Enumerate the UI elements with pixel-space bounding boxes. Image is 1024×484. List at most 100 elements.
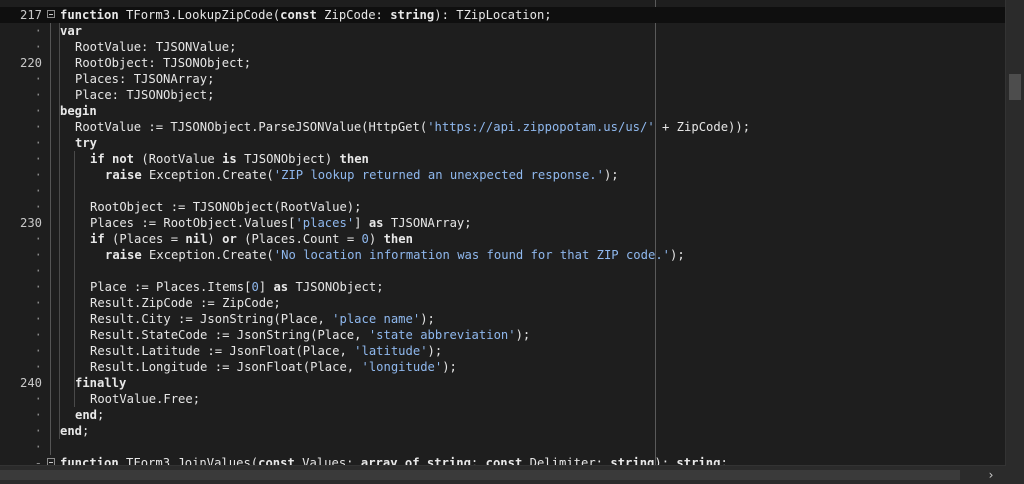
code-text: raise Exception.Create('ZIP lookup retur… (105, 167, 619, 183)
fold-region-line (50, 359, 51, 375)
code-area[interactable]: 217 function TForm3.LookupZipCode(const Z… (0, 0, 1006, 466)
line-number: · (34, 168, 42, 182)
identifier-token: Places: TJSONArray; (75, 72, 215, 86)
string-token: 'longitude' (361, 360, 443, 374)
code-text: end; (60, 423, 89, 439)
keyword-token: if not (90, 152, 135, 166)
code-line[interactable]: · Result.City := JsonString(Place, 'place… (0, 311, 1006, 327)
keyword-token: raise (105, 168, 142, 182)
code-line[interactable]: · Place := Places.Items[0] as TJSONObject… (0, 279, 1006, 295)
fold-region-line (50, 151, 51, 167)
vertical-scrollbar-thumb[interactable] (1009, 74, 1021, 100)
identifier-token: (Places.Count = (236, 232, 362, 246)
code-line[interactable]: · end; (0, 407, 1006, 423)
string-token: 'state abbreviation' (368, 328, 516, 342)
fold-region-line (50, 183, 51, 199)
code-line[interactable]: · Places: TJSONArray; (0, 71, 1006, 87)
identifier-token: Result.Latitude := JsonFloat(Place, (90, 344, 355, 358)
horizontal-scrollbar-thumb[interactable] (0, 470, 960, 480)
indent-guide (74, 151, 75, 407)
keyword-token: const (280, 8, 317, 22)
identifier-token: RootValue := TJSONObject.ParseJSONValue(… (75, 120, 428, 134)
keyword-token: finally (75, 376, 127, 390)
code-text: var (60, 23, 82, 39)
code-line[interactable]: · RootValue := TJSONObject.ParseJSONValue… (0, 119, 1006, 135)
code-line[interactable]: 217 function TForm3.LookupZipCode(const Z… (0, 7, 1006, 23)
fold-region-line (50, 23, 51, 39)
string-token: 'https://api.zippopotam.us/us/' (427, 120, 655, 134)
fold-region-line (50, 311, 51, 327)
keyword-token: or (222, 232, 237, 246)
code-text: RootValue.Free; (90, 391, 200, 407)
identifier-token: TJSONObject) (236, 152, 340, 166)
code-line[interactable]: · if not (RootValue is TJSONObject) then (0, 151, 1006, 167)
fold-region-line (50, 375, 51, 391)
code-text: Result.Latitude := JsonFloat(Place, 'lat… (90, 343, 442, 359)
line-number: · (34, 72, 42, 86)
keyword-token: then (339, 152, 369, 166)
line-number: · (34, 200, 42, 214)
code-line[interactable]: · var (0, 23, 1006, 39)
code-editor[interactable]: 217 function TForm3.LookupZipCode(const Z… (0, 0, 1024, 484)
line-number: · (34, 280, 42, 294)
line-number: 220 (19, 56, 42, 70)
identifier-token: Place: TJSONObject; (75, 88, 215, 102)
code-line[interactable]: · if (Places = nil) or (Places.Count = 0)… (0, 231, 1006, 247)
fold-region-line (50, 423, 51, 439)
code-line[interactable]: · (0, 183, 1006, 199)
code-line[interactable]: · Result.Longitude := JsonFloat(Place, 'l… (0, 359, 1006, 375)
code-text: try (75, 135, 97, 151)
keyword-token: is (222, 152, 237, 166)
identifier-token: Result.City := JsonString(Place, (90, 312, 333, 326)
identifier-token: TJSONObject; (288, 280, 384, 294)
code-line[interactable]: · Result.Latitude := JsonFloat(Place, 'la… (0, 343, 1006, 359)
code-line[interactable]: 230 Places := RootObject.Values['places']… (0, 215, 1006, 231)
code-line[interactable]: · Result.ZipCode := ZipCode; (0, 295, 1006, 311)
identifier-token: ) (207, 232, 223, 246)
identifier-token: Exception.Create( (141, 248, 274, 262)
code-line[interactable]: · Place: TJSONObject; (0, 87, 1006, 103)
line-number: · (34, 344, 42, 358)
code-text: RootValue: TJSONValue; (75, 39, 236, 55)
keyword-token: function (60, 8, 119, 22)
line-number: · (34, 424, 42, 438)
code-line[interactable]: · raise Exception.Create('No location inf… (0, 247, 1006, 263)
line-number: · (34, 104, 42, 118)
vertical-scrollbar[interactable] (1005, 0, 1024, 466)
keyword-token: raise (105, 248, 142, 262)
code-line[interactable]: 220 RootObject: TJSONObject; (0, 55, 1006, 71)
code-line[interactable]: · raise Exception.Create('ZIP lookup retu… (0, 167, 1006, 183)
code-line[interactable]: 240 finally (0, 375, 1006, 391)
string-token: 'latitude' (354, 344, 428, 358)
code-line[interactable]: · RootObject := TJSONObject(RootValue); (0, 199, 1006, 215)
fold-region-line (50, 279, 51, 295)
code-text: if not (RootValue is TJSONObject) then (90, 151, 369, 167)
code-line[interactable]: · Result.StateCode := JsonString(Place, '… (0, 327, 1006, 343)
identifier-token: (Places = (104, 232, 186, 246)
fold-region-line (50, 55, 51, 71)
fold-region-line (50, 343, 51, 359)
code-line[interactable]: · begin (0, 103, 1006, 119)
horizontal-scrollbar[interactable]: › (0, 465, 1006, 484)
line-number: 240 (19, 376, 42, 390)
identifier-token: RootValue: TJSONValue; (75, 40, 237, 54)
scrollbar-corner (1006, 466, 1024, 484)
line-number: · (34, 136, 42, 150)
keyword-token: as (273, 280, 289, 294)
chevron-right-icon[interactable]: › (976, 466, 1006, 484)
code-line[interactable]: · end; (0, 423, 1006, 439)
code-line[interactable]: · (0, 263, 1006, 279)
code-line[interactable]: · (0, 439, 1006, 455)
fold-region-line (50, 439, 51, 455)
identifier-token: ); (442, 360, 457, 374)
line-number: · (34, 152, 42, 166)
fold-region-line (50, 263, 51, 279)
identifier-token: Result.Longitude := JsonFloat(Place, (90, 360, 362, 374)
code-line[interactable]: · RootValue.Free; (0, 391, 1006, 407)
code-line[interactable]: · RootValue: TJSONValue; (0, 39, 1006, 55)
fold-collapse-icon[interactable] (47, 10, 55, 18)
code-line[interactable]: · try (0, 135, 1006, 151)
code-text: RootObject := TJSONObject(RootValue); (90, 199, 362, 215)
code-text: Result.StateCode := JsonString(Place, 's… (90, 327, 530, 343)
keyword-token: then (383, 232, 413, 246)
